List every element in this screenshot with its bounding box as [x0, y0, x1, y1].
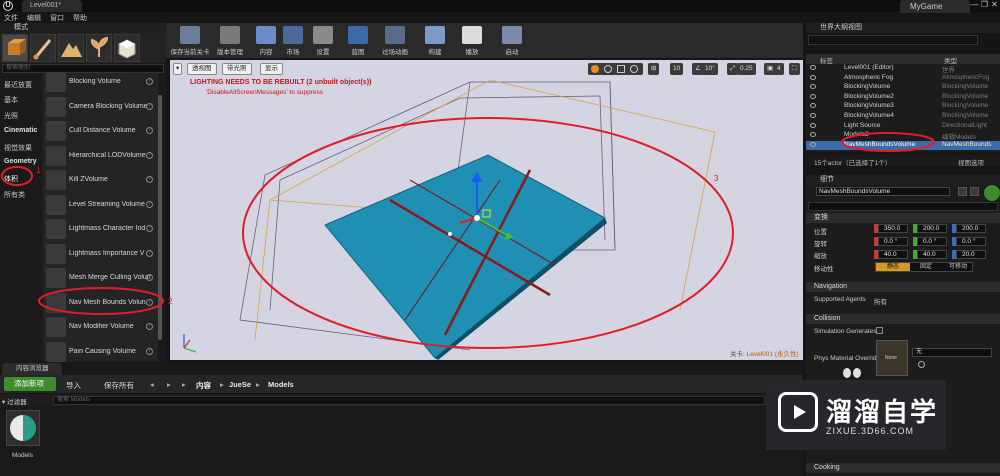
annotation-ellipse-outliner [841, 132, 935, 152]
annotation-overlay [1, 132, 935, 315]
annotation-ellipse-category [1, 166, 33, 186]
annotation-ellipse-asset [38, 287, 164, 315]
annotation-number-3: 3 [714, 174, 719, 183]
annotation-number-2: 2 [168, 297, 173, 306]
annotation-number-1: 1 [36, 166, 41, 175]
